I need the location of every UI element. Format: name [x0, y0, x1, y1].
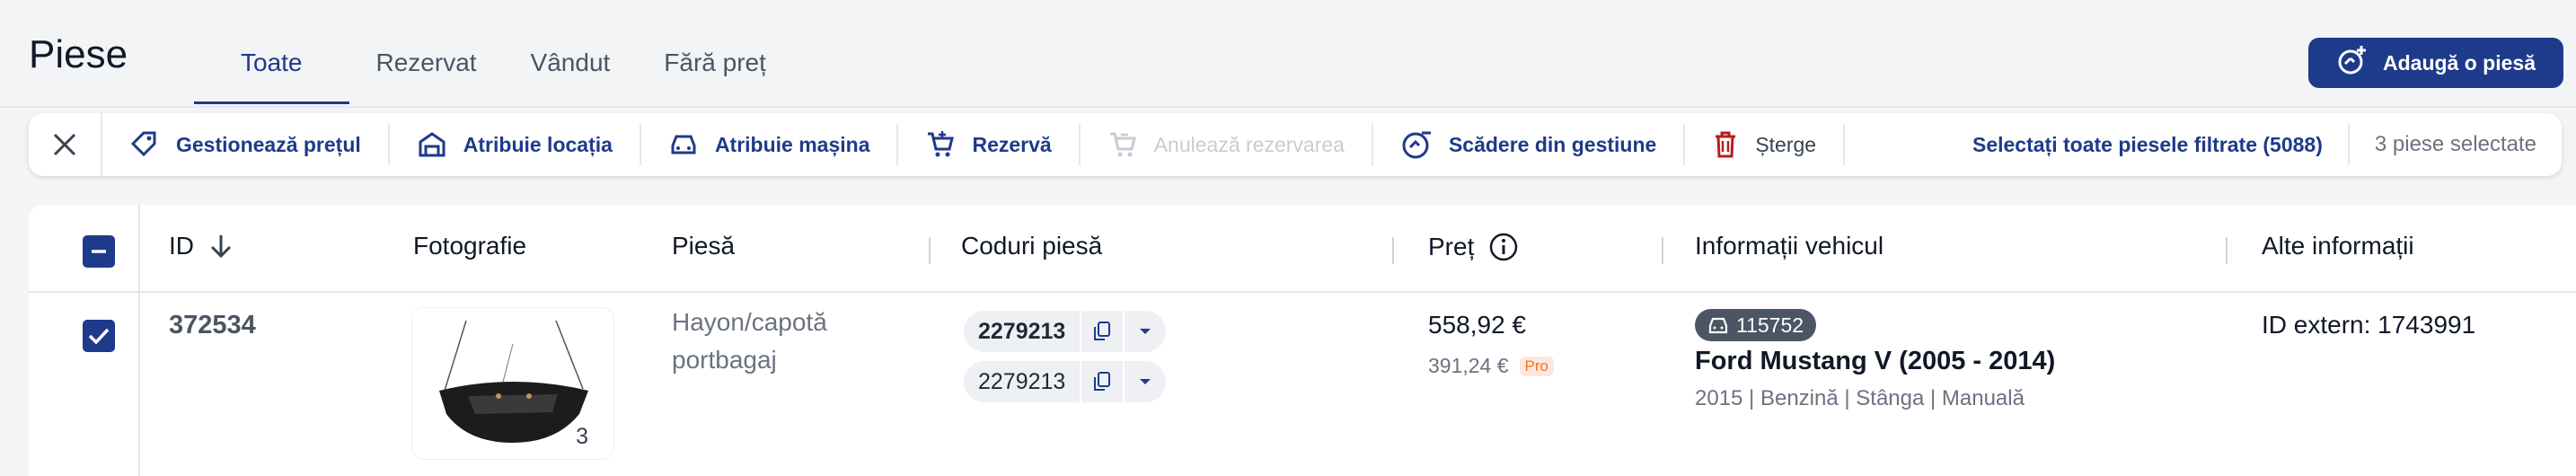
price-pro-value: 391,24 €: [1428, 354, 1509, 377]
column-divider: [929, 237, 931, 264]
external-id: ID extern: 1743991: [2262, 311, 2476, 339]
copy-icon: [1094, 322, 1111, 340]
deduct-stock-label: Scădere din gestiune: [1448, 132, 1657, 156]
column-header-vehicle: Informații vehicul: [1695, 232, 1884, 260]
table-header: ID Fotografie Piesă Coduri piesă Preț In…: [29, 205, 2576, 293]
add-part-icon: [2336, 44, 2369, 82]
row-checkbox[interactable]: [83, 320, 115, 352]
tab-bar: Toate Rezervat Vândut Fără preț: [194, 45, 793, 106]
minus-icon: [92, 250, 106, 253]
clear-selection-button[interactable]: [29, 113, 102, 176]
tab-toate[interactable]: Toate: [194, 45, 349, 104]
tab-fara-pret[interactable]: Fără preț: [637, 45, 793, 104]
part-photo[interactable]: 3: [411, 307, 614, 460]
car-icon: [1708, 317, 1728, 334]
vehicle-id: 115752: [1736, 313, 1804, 337]
add-part-button[interactable]: Adaugă o piesă: [2308, 38, 2563, 88]
part-code: 2279213: [978, 318, 1066, 344]
code-dropdown-button[interactable]: [1123, 361, 1166, 402]
selected-count: 3 piese selectate: [2374, 132, 2536, 156]
header-divider: [0, 106, 2576, 108]
part-code-pill: 2279213: [964, 311, 1167, 352]
price-secondary: 391,24 € Pro: [1428, 354, 1554, 378]
add-part-label: Adaugă o piesă: [2383, 50, 2536, 75]
photo-count: 3: [576, 424, 588, 449]
manage-price-label: Gestionează prețul: [176, 132, 361, 156]
chevron-down-icon: [1140, 379, 1151, 384]
tab-rezervat[interactable]: Rezervat: [349, 45, 504, 104]
part-code-pill: 2279213: [964, 361, 1167, 402]
close-icon: [53, 133, 76, 156]
deduct-stock-button[interactable]: Scădere din gestiune: [1373, 124, 1686, 165]
select-all-checkbox[interactable]: [83, 235, 115, 268]
checkbox-column-divider: [138, 205, 140, 476]
cancel-reservation-button[interactable]: Anulează rezervarea: [1081, 124, 1373, 165]
page-title: Piese: [29, 32, 128, 76]
vehicle-meta: 2015 | Benzină | Stânga | Manuală: [1695, 386, 2025, 410]
copy-code-button[interactable]: [1080, 311, 1123, 352]
pro-badge: Pro: [1519, 356, 1554, 376]
tab-vandut[interactable]: Vândut: [504, 45, 638, 104]
piece-name: Hayon/capotă portbagaj: [672, 308, 827, 374]
delete-label: Șterge: [1755, 132, 1817, 156]
column-header-id-label: ID: [169, 232, 194, 260]
trash-icon: [1716, 131, 1736, 158]
chevron-down-icon: [1140, 329, 1151, 334]
assign-location-button[interactable]: Atribuie locația: [390, 124, 641, 165]
code-dropdown-button[interactable]: [1123, 311, 1166, 352]
warehouse-icon: [419, 132, 446, 157]
select-all-filtered-button[interactable]: Selectați toate piesele filtrate (5088): [1947, 124, 2350, 165]
column-divider: [2226, 237, 2228, 264]
vehicle-id-badge[interactable]: 115752: [1695, 309, 1817, 341]
column-header-piece: Piesă: [672, 232, 736, 260]
copy-code-button[interactable]: [1080, 361, 1123, 402]
delete-button[interactable]: Șterge: [1685, 124, 1846, 165]
cancel-reservation-label: Anulează rezervarea: [1153, 132, 1345, 156]
info-icon[interactable]: [1488, 232, 1519, 262]
price-tag-icon: [130, 131, 156, 157]
cart-remove-icon: [1109, 132, 1136, 157]
column-divider: [1662, 237, 1663, 264]
reserve-label: Rezervă: [972, 132, 1052, 156]
deduct-icon: [1402, 131, 1431, 159]
column-header-price: Preț: [1428, 232, 1519, 262]
checkmark-icon: [88, 328, 110, 345]
car-icon: [671, 135, 696, 154]
part-code: 2279213: [978, 368, 1066, 394]
reserve-button[interactable]: Rezervă: [898, 124, 1081, 165]
assign-car-button[interactable]: Atribuie mașina: [641, 124, 899, 165]
bulk-actions-toolbar: Gestionează prețul Atribuie locația Atri…: [29, 113, 2562, 176]
column-header-codes: Coduri piesă: [961, 232, 1103, 260]
copy-icon: [1094, 372, 1111, 391]
sort-down-icon[interactable]: [208, 233, 234, 260]
manage-price-button[interactable]: Gestionează prețul: [102, 124, 390, 165]
assign-car-label: Atribuie mașina: [714, 132, 870, 156]
page-header: Piese Toate Rezervat Vândut Fără preț Ad…: [0, 0, 2576, 106]
price-value: 558,92 €: [1428, 311, 1526, 339]
row-id[interactable]: 372534: [169, 311, 256, 340]
vehicle-name: Ford Mustang V (2005 - 2014): [1695, 347, 2056, 375]
column-header-id[interactable]: ID: [169, 232, 234, 260]
cart-add-icon: [928, 131, 955, 157]
column-divider: [1392, 237, 1394, 264]
column-header-other: Alte informații: [2262, 232, 2414, 260]
assign-location-label: Atribuie locația: [463, 132, 613, 156]
parts-table: ID Fotografie Piesă Coduri piesă Preț In…: [29, 205, 2576, 476]
column-header-price-label: Preț: [1428, 233, 1475, 260]
column-header-photo: Fotografie: [413, 232, 527, 260]
